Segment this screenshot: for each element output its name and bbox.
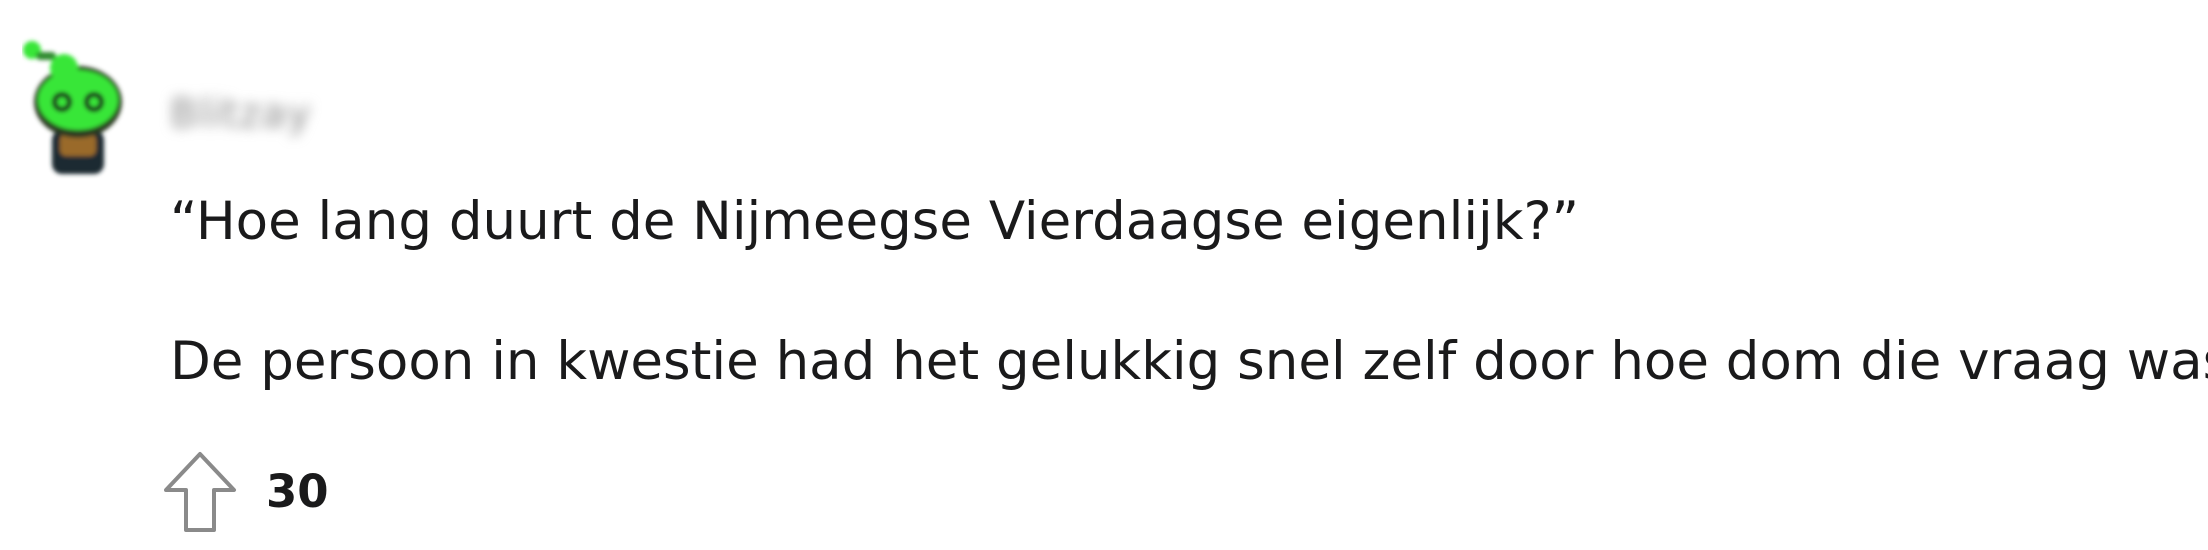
avatar-image [23, 41, 122, 174]
comment-author[interactable]: Blitzay [170, 90, 312, 138]
vote-score: 30 [266, 465, 329, 518]
comment-body-line: De persoon in kwestie had het gelukkig s… [170, 331, 2208, 392]
comment-body-line: “Hoe lang duurt de Nijmeegse Vierdaagse … [170, 191, 1580, 252]
comment: Blitzay “Hoe lang duurt de Nijmeegse Vie… [0, 0, 2208, 550]
vote-bar: 30 [162, 450, 329, 534]
avatar[interactable] [22, 30, 134, 182]
upvote-arrow-icon[interactable] [162, 450, 238, 534]
